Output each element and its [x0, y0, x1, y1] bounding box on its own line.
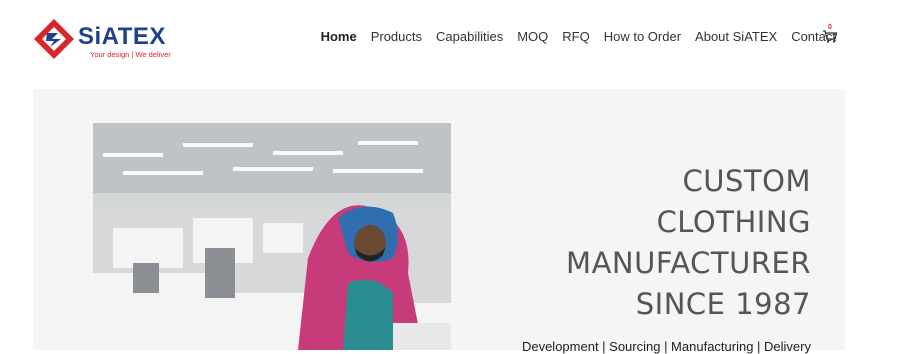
- headline-line-2: CLOTHING: [656, 205, 811, 239]
- nav-capabilities[interactable]: Capabilities: [436, 29, 503, 44]
- hero-headline: CUSTOM CLOTHING MANUFACTURER SINCE 1987: [566, 161, 811, 325]
- nav-about[interactable]: About SiATEX: [695, 29, 777, 44]
- logo-wordmark: SiATEX: [78, 23, 166, 50]
- cart-button[interactable]: 0: [822, 24, 838, 44]
- siatex-logo[interactable]: SiATEX Your design | We deliver: [32, 15, 182, 65]
- nav-rfq[interactable]: RFQ: [562, 29, 589, 44]
- logo-mark-icon: [34, 19, 74, 59]
- factory-photo-image: [93, 123, 451, 350]
- cart-count-badge: 0: [828, 24, 832, 31]
- logo-tagline: Your design | We deliver: [90, 50, 171, 59]
- hero-photo: [93, 123, 451, 350]
- nav-products[interactable]: Products: [371, 29, 422, 44]
- hero-section: CUSTOM CLOTHING MANUFACTURER SINCE 1987 …: [33, 89, 845, 354]
- headline-line-4: SINCE 1987: [635, 287, 811, 321]
- nav-moq[interactable]: MOQ: [517, 29, 548, 44]
- headline-line-1: CUSTOM: [682, 164, 811, 198]
- nav-home[interactable]: Home: [321, 29, 357, 44]
- main-nav: Home Products Capabilities MOQ RFQ How t…: [307, 29, 836, 44]
- site-header: SiATEX Your design | We deliver Home Pro…: [0, 0, 900, 80]
- hero-subline: Development | Sourcing | Manufacturing |…: [521, 339, 811, 354]
- nav-how-to-order[interactable]: How to Order: [604, 29, 681, 44]
- headline-line-3: MANUFACTURER: [566, 246, 811, 280]
